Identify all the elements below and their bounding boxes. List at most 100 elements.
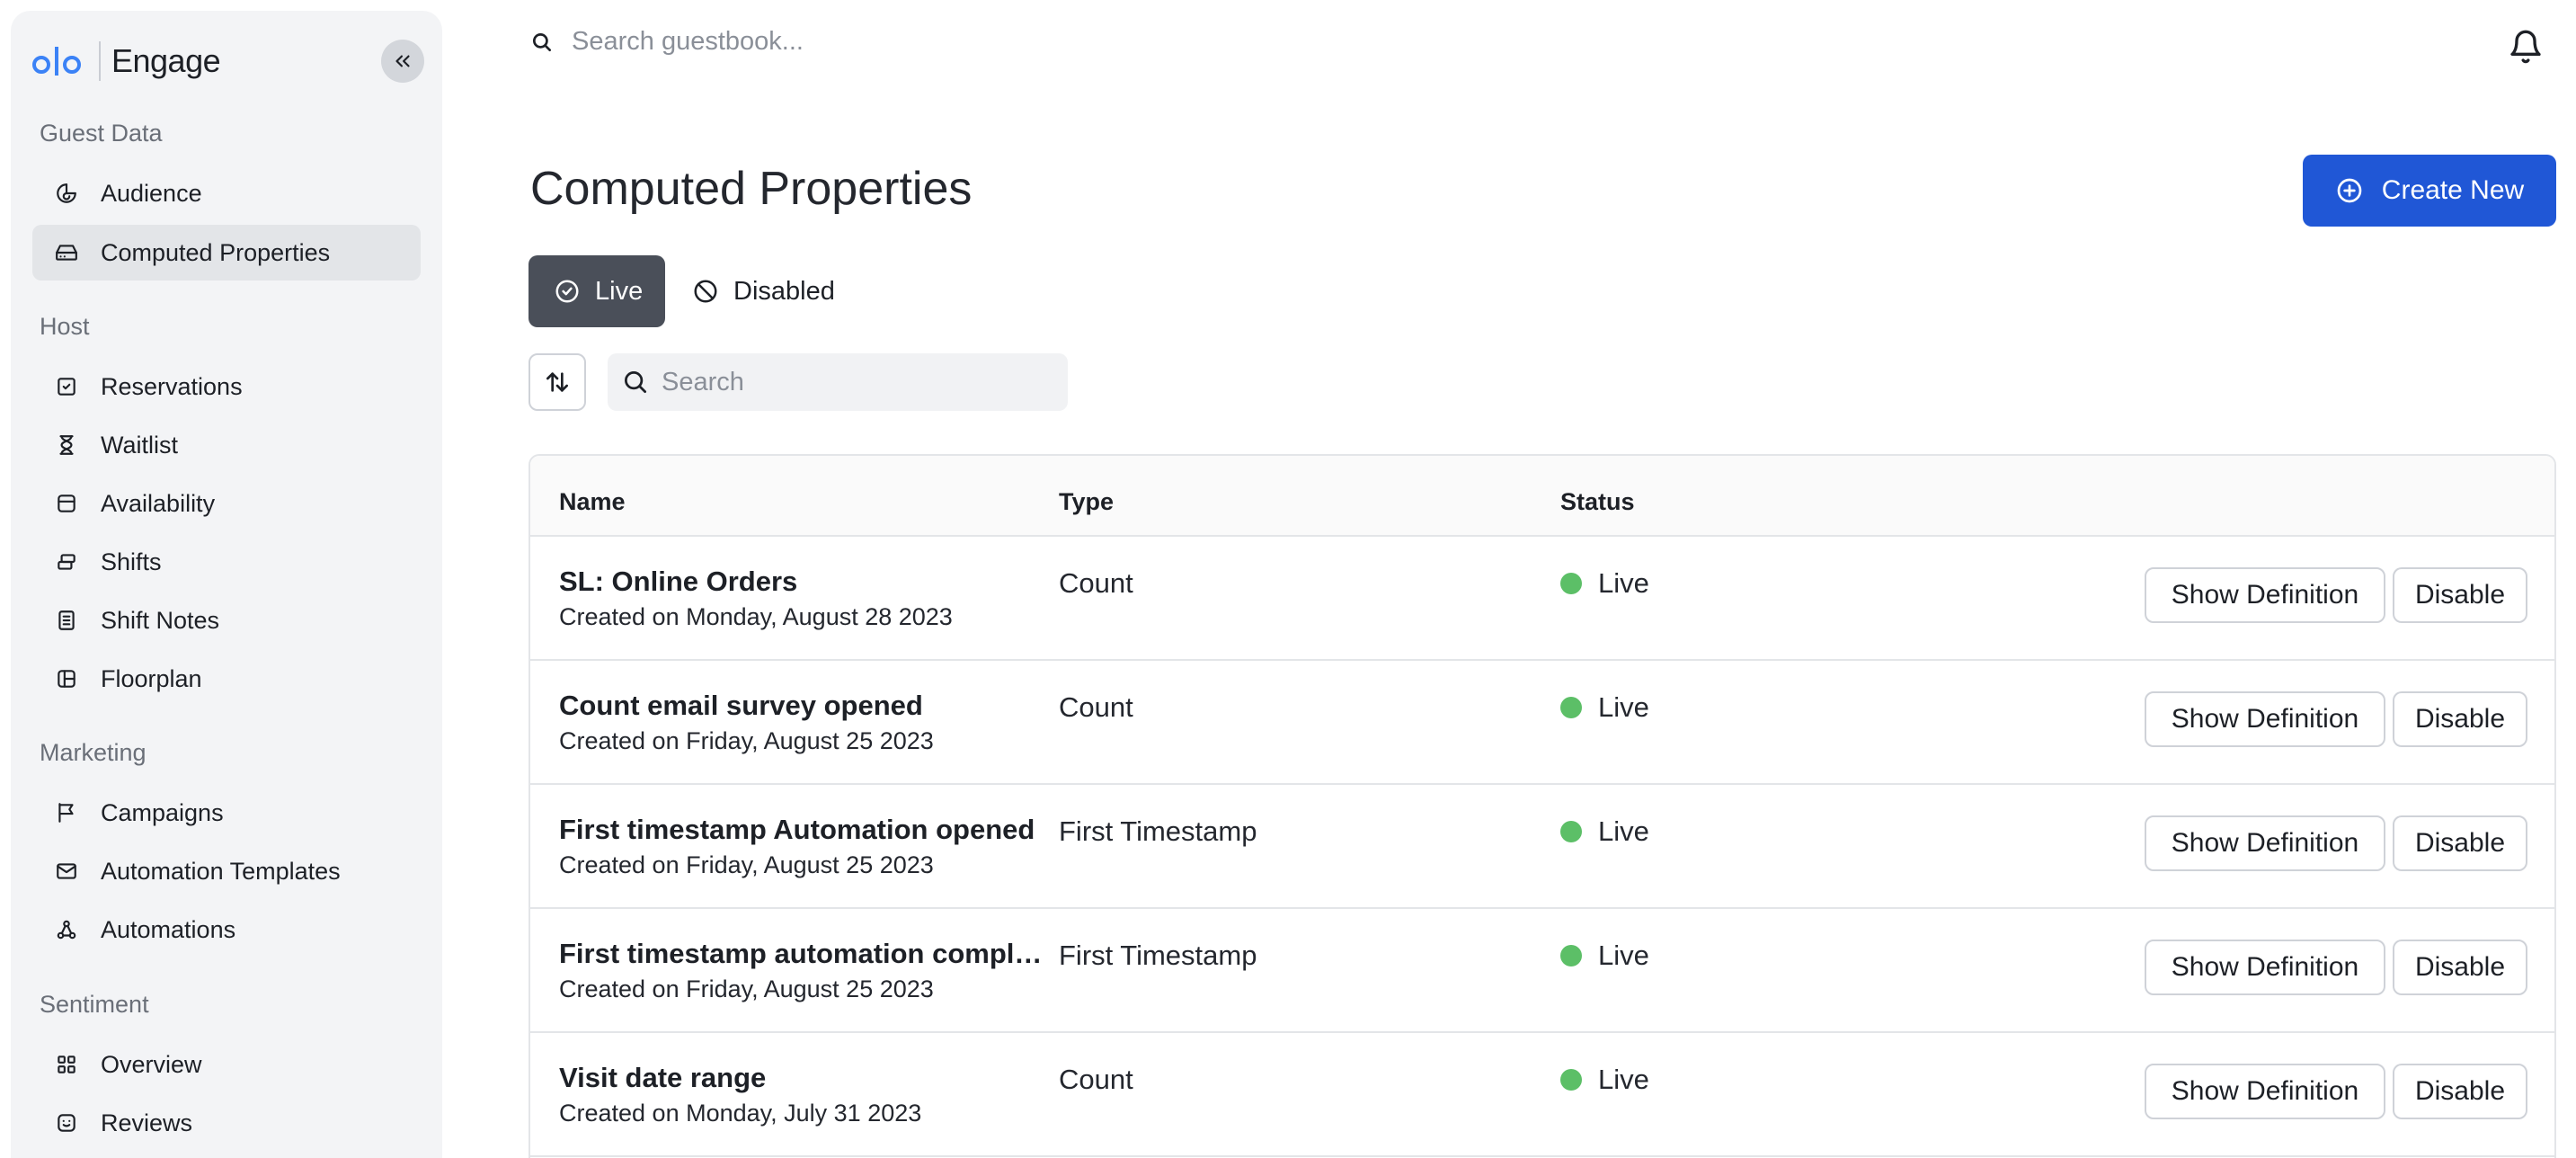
property-name: SL: Online Orders <box>559 566 798 597</box>
property-created-date: Created on Monday, July 31 2023 <box>559 1100 922 1127</box>
nav-section-guest-data: Guest Data <box>40 120 163 147</box>
sidebar-item-label: Availability <box>101 489 216 517</box>
sidebar-item-reviews[interactable]: Reviews <box>32 1095 421 1151</box>
table-row: First timestamp automation completed Cre… <box>530 909 2554 1033</box>
sidebar-item-label: Floorplan <box>101 664 202 692</box>
property-name: First timestamp Automation opened <box>559 814 1035 845</box>
live-status-dot <box>1560 945 1582 966</box>
property-created-date: Created on Friday, August 25 2023 <box>559 851 934 878</box>
sidebar-item-automation-templates[interactable]: Automation Templates <box>32 843 421 899</box>
property-created-date: Created on Friday, August 25 2023 <box>559 727 934 754</box>
show-definition-button[interactable]: Show Definition <box>2145 1064 2385 1119</box>
property-status: Live <box>1560 1064 1649 1096</box>
table-row: SL: Online Orders Created on Monday, Aug… <box>530 537 2554 661</box>
disable-button[interactable]: Disable <box>2393 815 2527 871</box>
computed-properties-table: Name Type Status SL: Online Orders Creat… <box>529 454 2556 1158</box>
live-status-dot <box>1560 697 1582 718</box>
chevrons-left-icon <box>395 55 410 67</box>
property-name: Visit date range <box>559 1062 767 1093</box>
property-status: Live <box>1560 940 1649 972</box>
show-definition-button[interactable]: Show Definition <box>2145 691 2385 747</box>
table-row: First timestamp Automation opened Create… <box>530 785 2554 909</box>
sidebar-item-shifts[interactable]: Shifts <box>32 534 421 590</box>
live-status-dot <box>1560 573 1582 594</box>
show-definition-button[interactable]: Show Definition <box>2145 940 2385 995</box>
sidebar-item-floorplan[interactable]: Floorplan <box>32 651 421 707</box>
sidebar-item-waitlist[interactable]: Waitlist <box>32 417 421 473</box>
property-name: Count email survey opened <box>559 690 923 721</box>
flag-icon <box>54 800 79 825</box>
table-search-input[interactable] <box>662 367 1039 397</box>
nav-section-sentiment: Sentiment <box>40 991 149 1018</box>
sidebar-item-automations[interactable]: Automations <box>32 902 421 958</box>
property-type: Count <box>1059 1064 1133 1095</box>
property-name: First timestamp automation completed <box>559 938 1044 969</box>
property-type: First Timestamp <box>1059 940 1257 971</box>
sidebar-item-label: Overview <box>101 1050 202 1078</box>
sidebar-item-label: Shifts <box>101 548 162 575</box>
disable-button[interactable]: Disable <box>2393 567 2527 623</box>
disable-button[interactable]: Disable <box>2393 691 2527 747</box>
property-name-cell: Visit date range Created on Monday, July… <box>559 1062 1044 1127</box>
property-type: First Timestamp <box>1059 815 1257 847</box>
property-status: Live <box>1560 815 1649 848</box>
brand[interactable]: Engage <box>32 36 221 86</box>
olo-logo <box>32 47 81 76</box>
sidebar-item-computed-properties[interactable]: Computed Properties <box>32 225 421 281</box>
status-label: Live <box>1598 691 1649 723</box>
pie-chart-icon <box>54 181 79 206</box>
sidebar-item-label: Automation Templates <box>101 857 341 885</box>
floorplan-icon <box>54 666 79 691</box>
property-created-date: Created on Monday, August 28 2023 <box>559 603 953 630</box>
disable-button[interactable]: Disable <box>2393 1064 2527 1119</box>
status-label: Live <box>1598 1064 1649 1095</box>
brand-divider <box>99 41 101 81</box>
table-header: Name Type Status <box>530 456 2554 537</box>
property-status: Live <box>1560 567 1649 600</box>
property-name-cell: Count email survey opened Created on Fri… <box>559 690 1044 755</box>
table-row: Count email survey opened Created on Fri… <box>530 661 2554 785</box>
collapse-sidebar-button[interactable] <box>381 40 424 83</box>
show-definition-button[interactable]: Show Definition <box>2145 815 2385 871</box>
live-status-dot <box>1560 821 1582 842</box>
property-name-cell: SL: Online Orders Created on Monday, Aug… <box>559 566 1044 631</box>
table-row: Visit date range Created on Monday, July… <box>530 1033 2554 1157</box>
sidebar-item-audience[interactable]: Audience <box>32 165 421 221</box>
global-search <box>530 27 1111 57</box>
sidebar-item-campaigns[interactable]: Campaigns <box>32 785 421 841</box>
column-header-type: Type <box>1059 488 1115 515</box>
sidebar-item-availability[interactable]: Availability <box>32 476 421 531</box>
sort-arrows-icon <box>546 372 568 392</box>
sidebar-item-label: Audience <box>101 179 202 207</box>
sidebar-item-label: Waitlist <box>101 431 178 459</box>
sidebar-item-overview[interactable]: Overview <box>32 1037 421 1092</box>
database-icon <box>54 491 79 516</box>
hard-drive-icon <box>54 240 79 265</box>
check-circle-icon <box>555 280 579 303</box>
sort-button[interactable] <box>529 353 586 411</box>
sidebar-item-label: Shift Notes <box>101 606 220 634</box>
app-name: Engage <box>111 42 221 79</box>
notes-icon <box>54 608 79 633</box>
nav-section-marketing: Marketing <box>40 739 147 766</box>
tab-label: Disabled <box>733 276 835 306</box>
disable-button[interactable]: Disable <box>2393 940 2527 995</box>
search-icon <box>625 371 646 393</box>
sidebar-item-label: Computed Properties <box>101 238 331 266</box>
status-label: Live <box>1598 815 1649 847</box>
nav-section-host: Host <box>40 313 90 340</box>
tab-disabled[interactable]: Disabled <box>683 255 863 327</box>
create-new-button[interactable]: Create New <box>2303 155 2556 227</box>
column-header-status: Status <box>1560 488 1635 515</box>
show-definition-button[interactable]: Show Definition <box>2145 567 2385 623</box>
global-search-input[interactable] <box>572 27 1111 57</box>
status-label: Live <box>1598 940 1649 971</box>
live-status-dot <box>1560 1069 1582 1091</box>
sidebar-item-reservations[interactable]: Reservations <box>32 359 421 414</box>
sidebar-item-shift-notes[interactable]: Shift Notes <box>32 592 421 648</box>
bell-icon[interactable] <box>2508 27 2544 67</box>
sidebar: Engage Guest Data Audience Computed Prop… <box>11 11 442 1158</box>
status-label: Live <box>1598 567 1649 599</box>
tab-live[interactable]: Live <box>529 255 665 327</box>
search-icon <box>532 32 552 51</box>
